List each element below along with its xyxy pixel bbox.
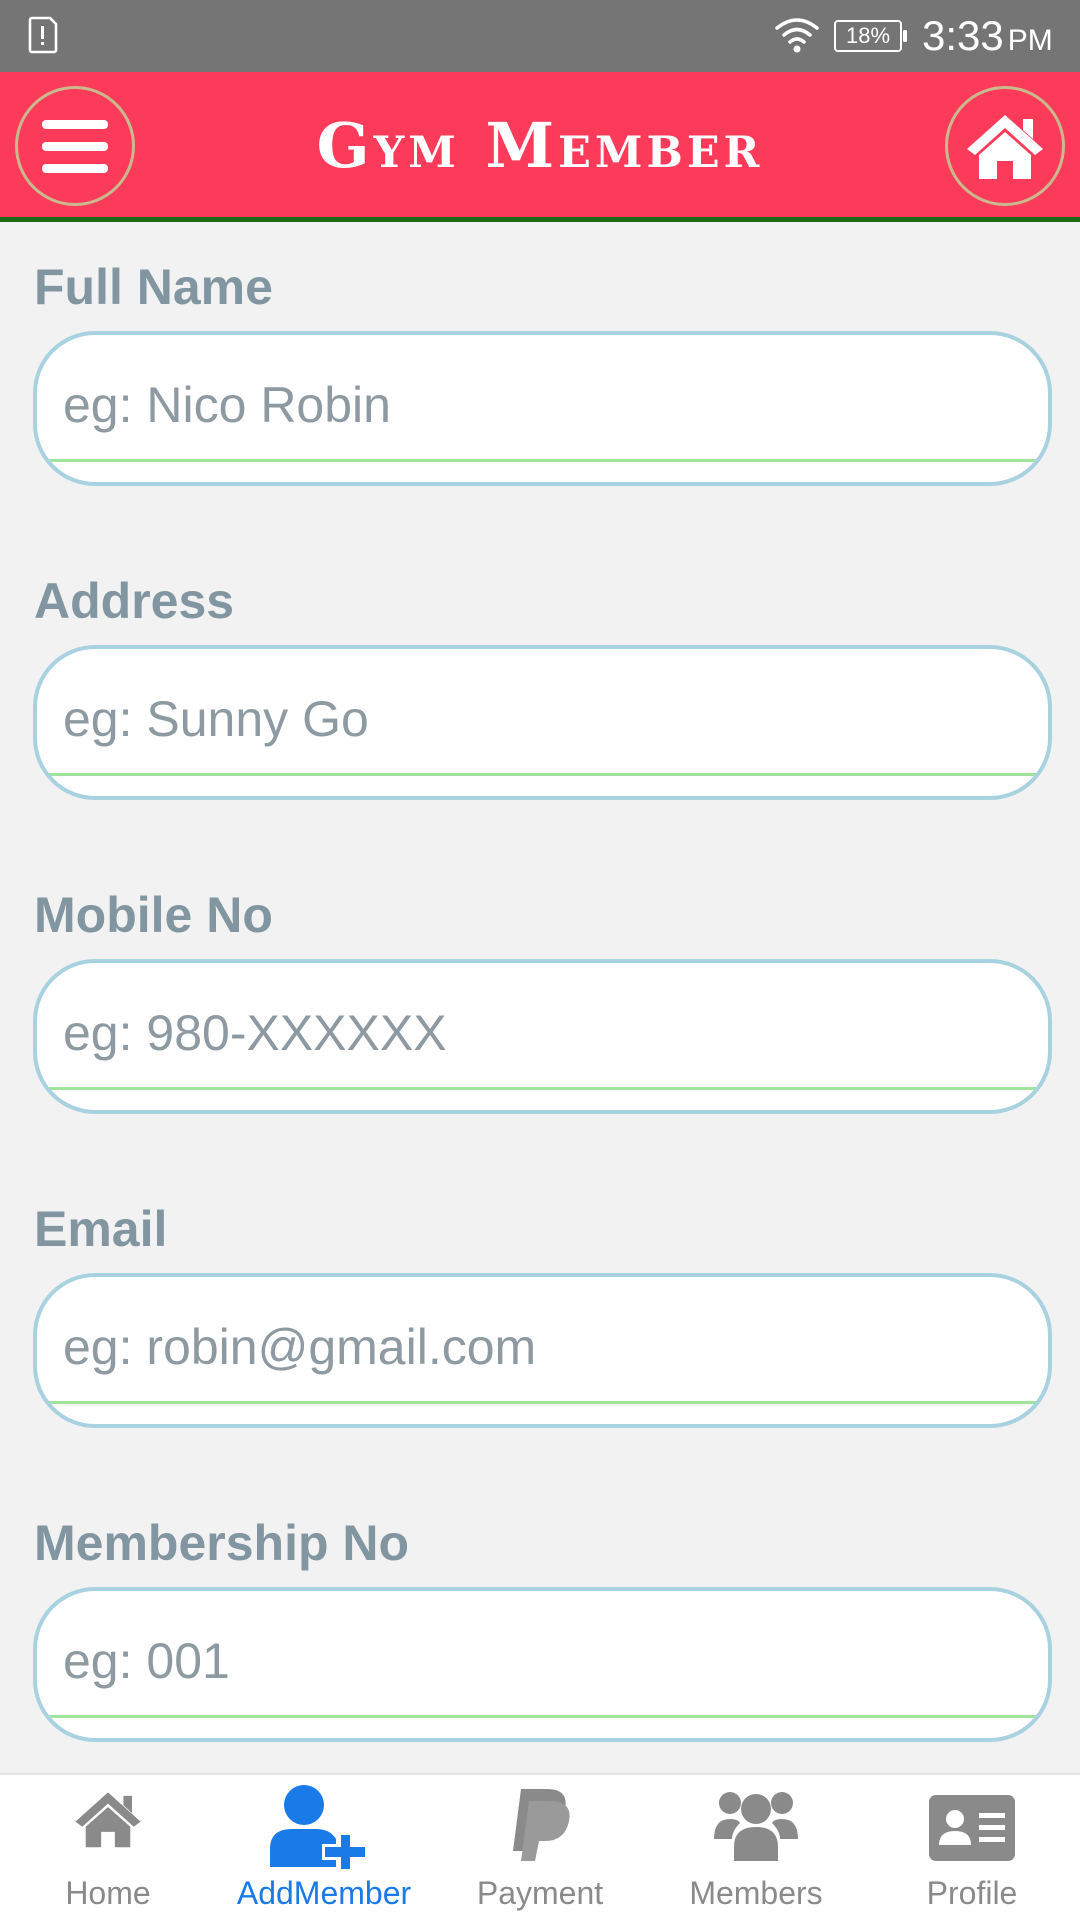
- add-user-icon: [270, 1785, 368, 1869]
- menu-button[interactable]: [15, 86, 135, 206]
- id-card-icon: [929, 1795, 1015, 1861]
- membership-no-input[interactable]: [63, 1591, 1023, 1731]
- home-icon: [967, 115, 1043, 179]
- address-input-box: [33, 645, 1052, 800]
- nav-label-payment: Payment: [476, 1875, 604, 1911]
- clock-ampm: PM: [1007, 24, 1053, 57]
- nav-item-members[interactable]: Members: [648, 1775, 864, 1920]
- input-underline: [37, 773, 1048, 776]
- address-label: Address: [34, 573, 235, 629]
- clock-time: 3:33: [922, 12, 1004, 59]
- full-name-label: Full Name: [34, 259, 273, 315]
- nav-label-home: Home: [65, 1875, 151, 1911]
- mobile-no-input[interactable]: [63, 963, 1023, 1103]
- battery-indicator: 18%: [834, 20, 907, 52]
- hamburger-menu-icon: [42, 120, 108, 173]
- email-input-box: [33, 1273, 1052, 1428]
- mobile-no-label: Mobile No: [34, 887, 273, 943]
- full-name-input[interactable]: [63, 335, 1023, 475]
- nav-label-addmember: AddMember: [236, 1875, 412, 1911]
- page-title: Gym Member: [316, 109, 764, 182]
- input-underline: [37, 1401, 1048, 1404]
- status-clock: 3:33 PM: [922, 12, 1053, 60]
- nav-label-members: Members: [689, 1875, 823, 1911]
- input-underline: [37, 1087, 1048, 1090]
- membership-no-label: Membership No: [34, 1515, 410, 1571]
- email-label: Email: [34, 1201, 168, 1257]
- home-icon: [75, 1792, 141, 1848]
- paypal-icon: [513, 1789, 570, 1861]
- input-underline: [37, 459, 1048, 462]
- membership-no-input-box: [33, 1587, 1052, 1742]
- nav-label-profile: Profile: [926, 1875, 1018, 1911]
- nav-item-payment[interactable]: Payment: [432, 1775, 648, 1920]
- nav-item-home[interactable]: Home: [0, 1775, 216, 1920]
- address-input[interactable]: [63, 649, 1023, 789]
- alert-notification-icon: [28, 16, 58, 54]
- mobile-no-input-box: [33, 959, 1052, 1114]
- app-header: Gym Member: [0, 72, 1080, 222]
- wifi-icon: [775, 18, 819, 53]
- bottom-nav: Home AddMember Payment Members Profile: [0, 1773, 1080, 1920]
- nav-item-addmember[interactable]: AddMember: [216, 1775, 432, 1920]
- status-bar: 18% 3:33 PM: [0, 0, 1080, 72]
- email-input[interactable]: [63, 1277, 1023, 1417]
- nav-item-profile[interactable]: Profile: [864, 1775, 1080, 1920]
- users-group-icon: [714, 1792, 798, 1861]
- input-underline: [37, 1715, 1048, 1718]
- full-name-input-box: [33, 331, 1052, 486]
- home-button[interactable]: [945, 86, 1065, 206]
